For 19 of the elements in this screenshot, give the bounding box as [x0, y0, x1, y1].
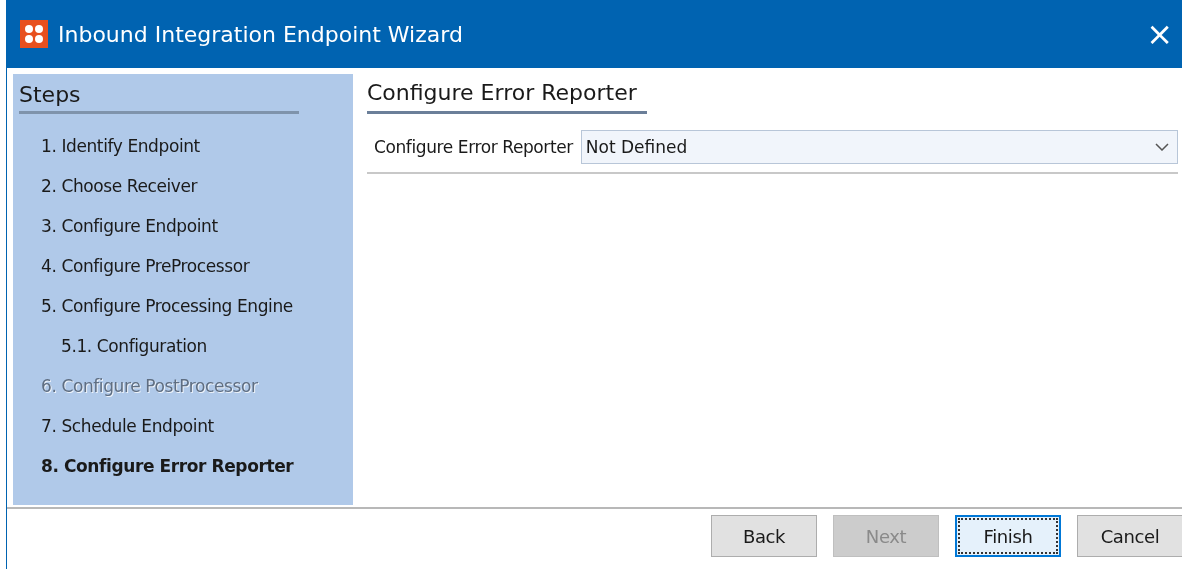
wizard-button[interactable]: Cancel	[1077, 515, 1182, 557]
window-title: Inbound Integration Endpoint Wizard	[58, 21, 464, 47]
steps-heading: Steps	[19, 82, 299, 114]
step-item[interactable]: 8. Configure Error Reporter	[19, 446, 347, 486]
step-item[interactable]: 5. Configure Processing Engine	[19, 286, 347, 326]
step-item[interactable]: 5.1. Configuration	[19, 326, 347, 366]
step-item[interactable]: 4. Configure PreProcessor	[19, 246, 347, 286]
app-icon	[20, 20, 48, 48]
step-item[interactable]: 7. Schedule Endpoint	[19, 406, 347, 446]
close-button[interactable]: ×	[1136, 18, 1182, 50]
wizard-button[interactable]: Back	[711, 515, 817, 557]
page-heading: Configure Error Reporter	[367, 80, 647, 114]
step-item[interactable]: 3. Configure Endpoint	[19, 206, 347, 246]
error-reporter-dropdown[interactable]: Not Defined	[580, 130, 1178, 164]
step-item[interactable]: 2. Choose Receiver	[19, 166, 347, 206]
wizard-button[interactable]: Finish	[955, 515, 1061, 557]
chevron-icon	[1155, 143, 1169, 151]
step-item[interactable]: 1. Identify Endpoint	[19, 126, 347, 166]
field-label: Configure Error Reporter	[374, 137, 573, 157]
